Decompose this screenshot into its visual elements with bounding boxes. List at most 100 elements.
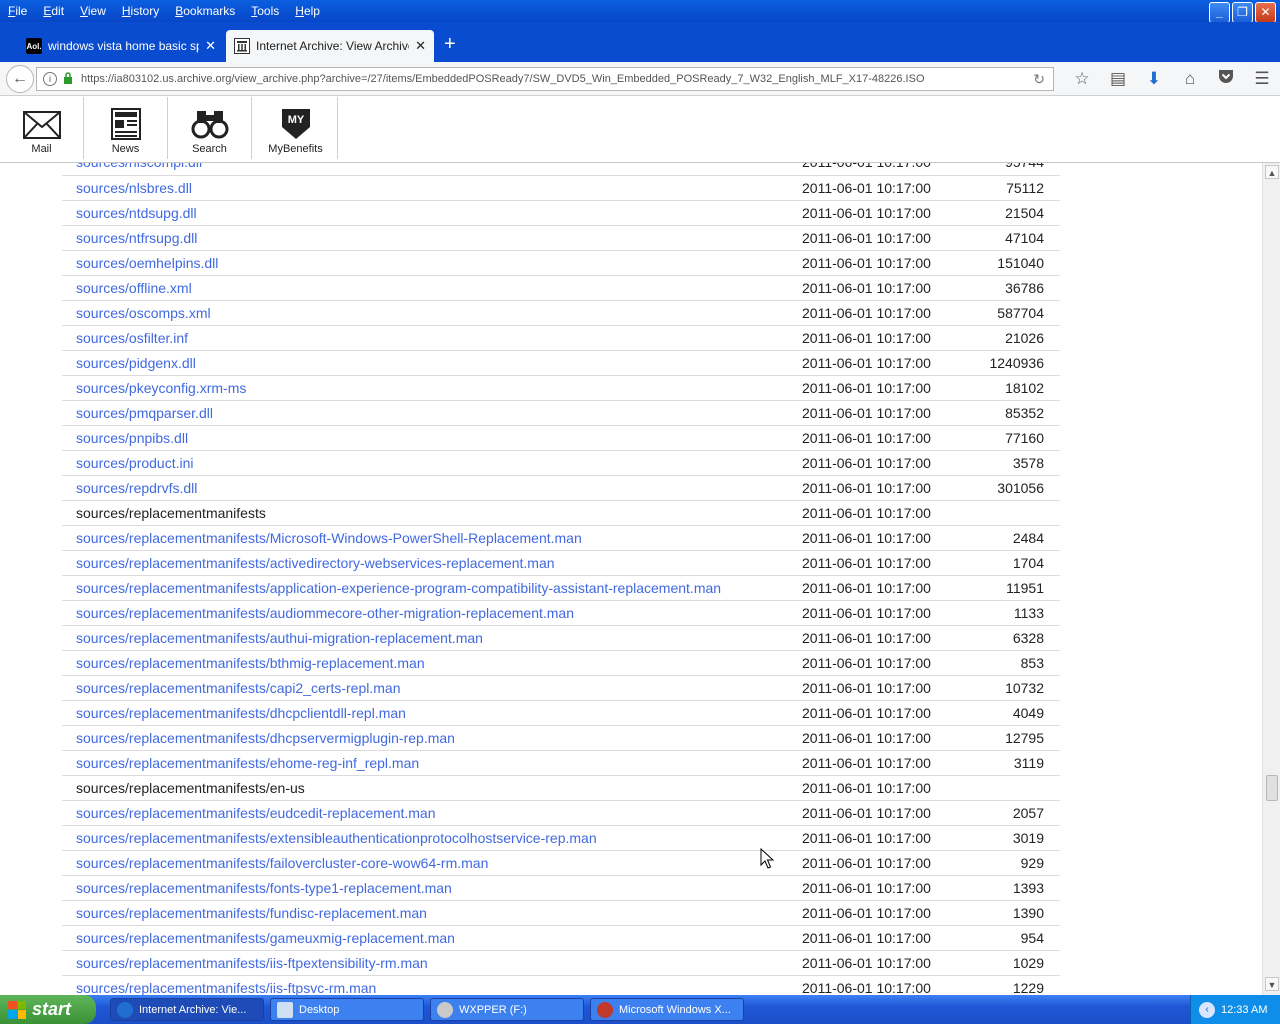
file-link[interactable]: sources/replacementmanifests/ehome-reg-i… bbox=[76, 755, 419, 771]
file-link[interactable]: sources/replacementmanifests/capi2_certs… bbox=[76, 680, 400, 696]
download-icon[interactable]: ⬇ bbox=[1136, 69, 1172, 89]
file-link[interactable]: sources/offline.xml bbox=[76, 280, 192, 296]
info-icon[interactable]: i bbox=[43, 72, 57, 86]
scroll-thumb[interactable] bbox=[1266, 775, 1278, 801]
close-tab-icon[interactable]: ✕ bbox=[205, 38, 216, 54]
file-link[interactable]: sources/pnpibs.dll bbox=[76, 430, 188, 446]
file-link[interactable]: sources/product.ini bbox=[76, 455, 194, 471]
toolbar-mail-button[interactable]: Mail bbox=[0, 97, 84, 159]
vertical-scrollbar[interactable]: ▲ ▼ bbox=[1262, 163, 1280, 995]
file-link[interactable]: sources/replacementmanifests/Microsoft-W… bbox=[76, 530, 582, 546]
file-link[interactable]: sources/pmqparser.dll bbox=[76, 405, 213, 421]
minimize-icon[interactable]: _ bbox=[1209, 2, 1230, 23]
file-size-cell: 1133 bbox=[954, 600, 1060, 626]
file-link[interactable]: sources/replacementmanifests/gameuxmig-r… bbox=[76, 930, 455, 946]
file-link[interactable]: sources/nlscompl.dll bbox=[76, 163, 202, 170]
file-link[interactable]: sources/replacementmanifests/eudcedit-re… bbox=[76, 805, 436, 821]
address-bar[interactable]: i https://ia803102.us.archive.org/view_a… bbox=[36, 67, 1054, 91]
taskbar-button-internet-archive[interactable]: Internet Archive: Vie... bbox=[110, 998, 264, 1021]
table-row: sources/repdrvfs.dll 2011-06-01 10:17:00 3… bbox=[62, 475, 1060, 501]
close-tab-icon[interactable]: ✕ bbox=[415, 38, 426, 54]
menu-history[interactable]: History bbox=[114, 0, 167, 22]
file-link[interactable]: sources/replacementmanifests/failoverclu… bbox=[76, 855, 488, 871]
file-link[interactable]: sources/replacementmanifests/application… bbox=[76, 580, 721, 596]
file-size-cell: 929 bbox=[954, 850, 1060, 876]
taskbar-button-microsoft-windows[interactable]: Microsoft Windows X... bbox=[590, 998, 744, 1021]
reading-list-icon[interactable]: ▤ bbox=[1100, 69, 1136, 89]
bookmark-star-icon[interactable]: ☆ bbox=[1064, 69, 1100, 89]
file-link[interactable]: sources/replacementmanifests/activedirec… bbox=[76, 555, 555, 571]
tab-aol-search[interactable]: Aol. windows vista home basic sp2... ✕ bbox=[18, 30, 224, 62]
lock-icon[interactable] bbox=[63, 71, 73, 87]
toolbar-mybenefits-button[interactable]: MyBenefits MY bbox=[254, 97, 338, 159]
scroll-up-icon[interactable]: ▲ bbox=[1265, 165, 1279, 179]
file-size-cell bbox=[954, 500, 1060, 526]
hamburger-menu-icon[interactable]: ☰ bbox=[1244, 69, 1280, 89]
file-link[interactable]: sources/replacementmanifests/audiommecor… bbox=[76, 605, 574, 621]
file-link[interactable]: sources/oscomps.xml bbox=[76, 305, 211, 321]
file-name-cell: sources/nlsbres.dll bbox=[62, 175, 802, 201]
tray-arrow-icon[interactable]: ‹ bbox=[1199, 1001, 1215, 1018]
url-text[interactable]: https://ia803102.us.archive.org/view_arc… bbox=[81, 73, 1033, 85]
file-date-cell: 2011-06-01 10:17:00 bbox=[802, 750, 954, 776]
file-date-cell: 2011-06-01 10:17:00 bbox=[802, 975, 954, 995]
file-size-cell: 75112 bbox=[954, 175, 1060, 201]
file-link[interactable]: sources/replacementmanifests/dhcpclientd… bbox=[76, 705, 406, 721]
file-link[interactable]: sources/ntfrsupg.dll bbox=[76, 230, 197, 246]
file-date-cell: 2011-06-01 10:17:00 bbox=[802, 600, 954, 626]
pocket-icon[interactable] bbox=[1208, 69, 1244, 89]
tab-bar: Aol. windows vista home basic sp2... ✕ I… bbox=[0, 22, 1280, 62]
close-window-icon[interactable]: ✕ bbox=[1255, 2, 1276, 23]
file-name-cell: sources/replacementmanifests/activedirec… bbox=[62, 550, 802, 576]
taskbar-button-desktop[interactable]: Desktop bbox=[270, 998, 424, 1021]
file-link[interactable]: sources/nlsbres.dll bbox=[76, 180, 192, 196]
file-size-cell: 151040 bbox=[954, 250, 1060, 276]
file-date-cell: 2011-06-01 10:17:00 bbox=[802, 200, 954, 226]
new-tab-icon[interactable]: + bbox=[444, 34, 456, 54]
file-size-cell: 1393 bbox=[954, 875, 1060, 901]
taskbar-button-label: Internet Archive: Vie... bbox=[139, 1003, 247, 1016]
start-label: start bbox=[32, 999, 72, 1019]
file-date-cell: 2011-06-01 10:17:00 bbox=[802, 875, 954, 901]
tab-internet-archive[interactable]: Internet Archive: View Archive ✕ bbox=[226, 30, 434, 62]
mouse-cursor-icon bbox=[760, 848, 774, 869]
back-arrow-icon[interactable]: ← bbox=[6, 65, 34, 93]
file-link[interactable]: sources/replacementmanifests/bthmig-repl… bbox=[76, 655, 425, 671]
file-link[interactable]: sources/replacementmanifests/authui-migr… bbox=[76, 630, 483, 646]
menu-edit[interactable]: Edit bbox=[35, 0, 72, 22]
file-link[interactable]: sources/ntdsupg.dll bbox=[76, 205, 197, 221]
file-link[interactable]: sources/replacementmanifests/iis-ftpsvc-… bbox=[76, 980, 376, 996]
file-date-cell: 2011-06-01 10:17:00 bbox=[802, 525, 954, 551]
file-link[interactable]: sources/replacementmanifests/fundisc-rep… bbox=[76, 905, 427, 921]
file-link[interactable]: sources/osfilter.inf bbox=[76, 330, 188, 346]
file-link[interactable]: sources/repdrvfs.dll bbox=[76, 480, 197, 496]
menu-tools[interactable]: Tools bbox=[243, 0, 287, 22]
menu-view[interactable]: View bbox=[72, 0, 114, 22]
menu-bookmarks[interactable]: Bookmarks bbox=[167, 0, 243, 22]
file-link[interactable]: sources/oemhelpins.dll bbox=[76, 255, 218, 271]
file-link[interactable]: sources/replacementmanifests/iis-ftpexte… bbox=[76, 955, 428, 971]
scroll-down-icon[interactable]: ▼ bbox=[1265, 977, 1279, 991]
toolbar-search-button[interactable]: Search bbox=[168, 97, 252, 159]
tab-title: windows vista home basic sp2... bbox=[48, 39, 199, 53]
taskbar-button-wxpper[interactable]: WXPPER (F:) bbox=[430, 998, 584, 1021]
reload-icon[interactable]: ↻ bbox=[1033, 71, 1045, 88]
restore-icon[interactable]: ❐ bbox=[1232, 2, 1253, 23]
menu-help[interactable]: Help bbox=[287, 0, 328, 22]
file-link[interactable]: sources/pkeyconfig.xrm-ms bbox=[76, 380, 246, 396]
file-size-cell: 36786 bbox=[954, 275, 1060, 301]
table-row: sources/replacementmanifests/authui-migr… bbox=[62, 625, 1060, 651]
file-link[interactable]: sources/replacementmanifests/fonts-type1… bbox=[76, 880, 452, 896]
start-button[interactable]: start bbox=[0, 995, 96, 1024]
file-size-cell: 11951 bbox=[954, 575, 1060, 601]
toolbar-news-button[interactable]: News bbox=[84, 97, 168, 159]
home-icon[interactable]: ⌂ bbox=[1172, 69, 1208, 89]
table-row: sources/pidgenx.dll 2011-06-01 10:17:00 12… bbox=[62, 350, 1060, 376]
file-name-cell: sources/replacementmanifests/ehome-reg-i… bbox=[62, 750, 802, 776]
menu-file[interactable]: File bbox=[0, 0, 35, 22]
file-link[interactable]: sources/replacementmanifests/extensiblea… bbox=[76, 830, 597, 846]
table-row: sources/replacementmanifests 2011-06-01 1… bbox=[62, 500, 1060, 526]
file-link[interactable]: sources/pidgenx.dll bbox=[76, 355, 196, 371]
file-link[interactable]: sources/replacementmanifests/dhcpserverm… bbox=[76, 730, 455, 746]
file-date-cell: 2011-06-01 10:17:00 bbox=[802, 350, 954, 376]
